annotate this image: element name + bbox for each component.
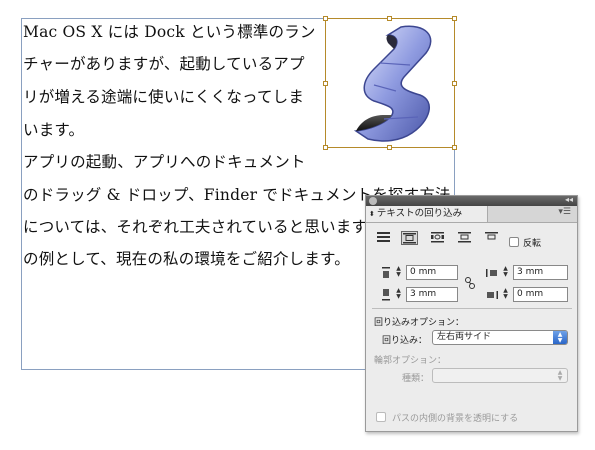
document-line: アプリの起動、アプリへのドキュメント [23, 153, 306, 171]
panel-titlebar[interactable]: ◂◂ [366, 195, 577, 206]
no-wrap-icon [377, 232, 390, 242]
tab-label: テキストの回り込み [376, 208, 463, 219]
type-label: 種類： [402, 374, 430, 384]
type-select[interactable]: ▲ ▼ [432, 368, 568, 383]
bottom-offset-icon [380, 289, 392, 301]
wrap-to-select[interactable]: 左右両サイド ▲ ▼ [432, 330, 568, 345]
document-line: については、それぞれ工夫されていると思います。 [23, 218, 382, 236]
select-arrows-icon: ▲ ▼ [557, 369, 563, 382]
jump-to-next-column-icon [485, 232, 498, 240]
invert-checkbox[interactable] [509, 237, 519, 247]
wrap-bounding-box-button[interactable] [401, 231, 418, 245]
no-wrap-button[interactable] [376, 231, 393, 245]
select-arrows-icon: ▲ ▼ [553, 331, 567, 344]
ribbon-graphic [353, 25, 432, 142]
transparent-background-checkbox[interactable] [376, 412, 386, 422]
wrap-object-shape-icon [431, 232, 444, 243]
selection-handle[interactable] [452, 16, 457, 21]
top-offset-icon [380, 267, 392, 279]
tab-arrows-icon: ⬍ [369, 210, 375, 218]
document-line: の例として、現在の私の環境をご紹介します。 [23, 250, 350, 268]
text-wrap-panel: ◂◂ ⬍ テキストの回り込み ▾☰ 反転 ▲ ▼ 0 mm ▲ ▼ 3 mm ▲ ▼ 3… [365, 195, 578, 432]
selection-handle[interactable] [387, 145, 392, 150]
image-frame[interactable] [325, 18, 455, 148]
invert-label: 反転 [523, 239, 542, 249]
selection-handle[interactable] [387, 16, 392, 21]
jump-object-icon [458, 232, 471, 243]
right-offset-stepper[interactable]: ▲ ▼ [501, 288, 510, 301]
collapse-icon[interactable]: ◂◂ [565, 195, 573, 204]
document-line: リが増える途端に使いにくくなってしま [23, 88, 305, 106]
selection-handle[interactable] [452, 145, 457, 150]
wrap-bounding-box-icon [403, 233, 416, 244]
contour-options-heading: 輪郭オプション： [374, 356, 447, 366]
selection-handle[interactable] [323, 145, 328, 150]
tab-text-wrap[interactable]: ⬍ テキストの回り込み [366, 206, 488, 222]
right-offset-icon [486, 289, 498, 301]
jump-to-next-column-button[interactable] [484, 231, 501, 245]
left-offset-stepper[interactable]: ▲ ▼ [501, 266, 510, 279]
document-line: チャーがありますが、起動しているアプ [23, 55, 305, 73]
transparent-background-label: パスの内側の背景を透明にする [392, 414, 519, 424]
link-offsets-icon[interactable] [464, 276, 476, 290]
wrap-to-label: 回り込み： [382, 336, 428, 346]
wrap-to-value: 左右両サイド [437, 332, 492, 342]
left-offset-icon [486, 267, 498, 279]
divider [372, 308, 572, 309]
selection-handle[interactable] [323, 16, 328, 21]
wrap-object-shape-button[interactable] [430, 231, 447, 245]
close-icon[interactable] [369, 197, 377, 205]
right-offset-field[interactable]: 0 mm [513, 287, 568, 302]
selection-handle[interactable] [323, 81, 328, 86]
bottom-offset-field[interactable]: 3 mm [406, 287, 458, 302]
document-line: います。 [23, 121, 85, 139]
wrap-options-heading: 回り込みオプション： [374, 318, 465, 328]
panel-tabbar: ⬍ テキストの回り込み ▾☰ [366, 206, 577, 223]
top-offset-field[interactable]: 0 mm [406, 265, 458, 280]
left-offset-field[interactable]: 3 mm [513, 265, 568, 280]
panel-menu-icon[interactable]: ▾☰ [558, 207, 571, 217]
jump-object-button[interactable] [457, 231, 474, 245]
selection-handle[interactable] [452, 81, 457, 86]
top-offset-stepper[interactable]: ▲ ▼ [394, 266, 403, 279]
document-line: Mac OS X には Dock という標準のラン [23, 23, 316, 41]
bottom-offset-stepper[interactable]: ▲ ▼ [394, 288, 403, 301]
